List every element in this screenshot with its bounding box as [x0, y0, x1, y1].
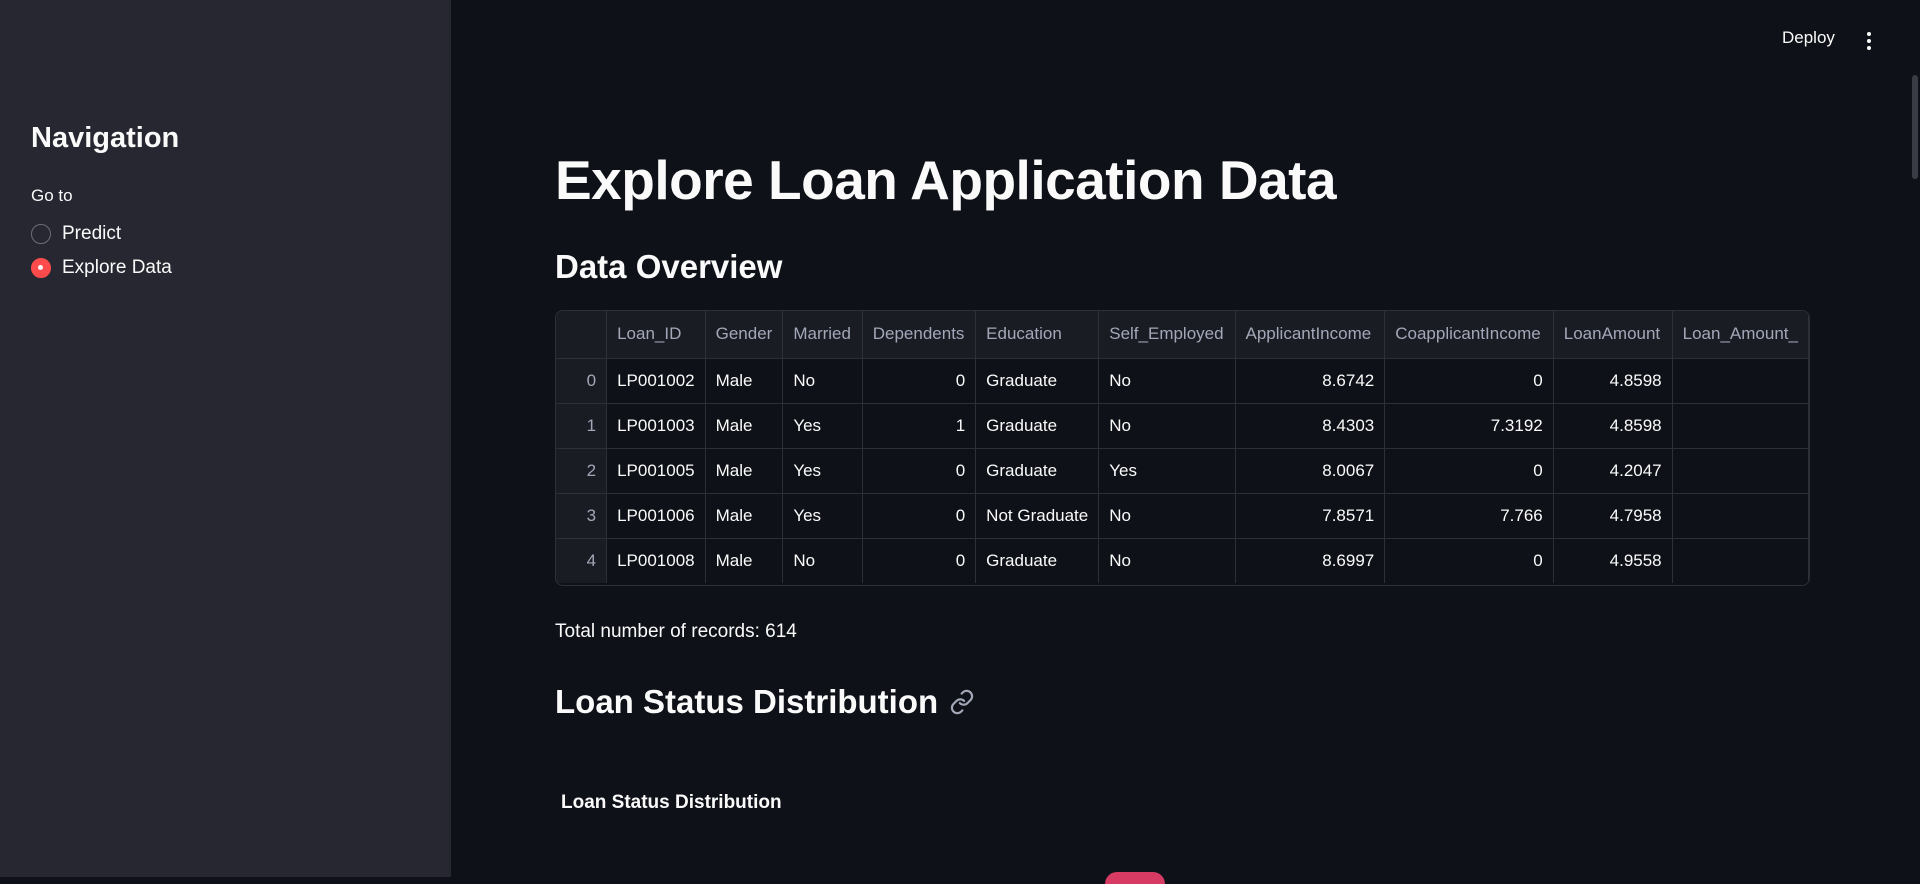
table-cell[interactable]: 7.8571: [1235, 493, 1386, 539]
link-icon[interactable]: [949, 689, 975, 715]
total-records-text: Total number of records: 614: [555, 621, 797, 642]
table-cell[interactable]: 0: [862, 448, 977, 494]
column-header[interactable]: Dependents: [862, 311, 977, 359]
table-cell[interactable]: LP001003: [606, 403, 706, 449]
column-header[interactable]: ApplicantIncome: [1235, 311, 1386, 359]
column-header[interactable]: Loan_Amount_: [1672, 311, 1809, 359]
kebab-menu-icon[interactable]: [1862, 30, 1876, 52]
table-cell[interactable]: 4.7958: [1553, 493, 1673, 539]
deploy-button[interactable]: Deploy: [1782, 28, 1835, 48]
page-title: Explore Loan Application Data: [555, 149, 1337, 211]
sidebar-title: Navigation: [31, 122, 180, 154]
column-header[interactable]: Education: [975, 311, 1100, 359]
table-cell[interactable]: Graduate: [975, 358, 1100, 404]
sidebar: Navigation Go to Predict Explore Data: [0, 0, 451, 877]
table-row[interactable]: 0 LP001002 Male No 0 Graduate No 8.6742 0 4.8598: [556, 358, 1809, 404]
table-cell[interactable]: No: [1098, 538, 1236, 583]
radio-option-predict[interactable]: Predict: [31, 220, 121, 248]
table-cell[interactable]: 0: [862, 538, 977, 583]
column-header[interactable]: LoanAmount: [1553, 311, 1673, 359]
radio-button-checked[interactable]: [31, 258, 51, 278]
table-cell[interactable]: No: [1098, 493, 1236, 539]
column-header[interactable]: [556, 311, 608, 359]
row-index-cell[interactable]: 1: [556, 403, 608, 449]
section-heading-text: Loan Status Distribution: [555, 683, 939, 720]
table-cell[interactable]: [1672, 358, 1809, 404]
table-cell[interactable]: [1672, 493, 1809, 539]
table-cell[interactable]: Yes: [1098, 448, 1236, 494]
table-cell[interactable]: No: [1098, 403, 1236, 449]
row-index-cell[interactable]: 2: [556, 448, 608, 494]
row-index-cell[interactable]: 0: [556, 358, 608, 404]
table-cell[interactable]: No: [782, 538, 863, 583]
table-cell[interactable]: 8.6997: [1235, 538, 1386, 583]
table-cell[interactable]: 4.8598: [1553, 358, 1673, 404]
table-cell[interactable]: LP001002: [606, 358, 706, 404]
row-index-cell[interactable]: 3: [556, 493, 608, 539]
table-cell[interactable]: LP001006: [606, 493, 706, 539]
table-row[interactable]: 1 LP001003 Male Yes 1 Graduate No 8.4303 7.3192 4…: [556, 403, 1809, 449]
table-cell[interactable]: 0: [862, 358, 977, 404]
radio-option-explore-data[interactable]: Explore Data: [31, 254, 172, 282]
table-cell[interactable]: 1: [862, 403, 977, 449]
table-row[interactable]: 2 LP001005 Male Yes 0 Graduate Yes 8.0067 0 4.204…: [556, 448, 1809, 494]
table-cell[interactable]: Yes: [782, 493, 863, 539]
table-cell[interactable]: 7.766: [1384, 493, 1554, 539]
table-cell[interactable]: Male: [705, 448, 784, 494]
data-table[interactable]: Loan_ID Gender Married Dependents Educat…: [555, 310, 1810, 586]
table-cell[interactable]: 0: [1384, 358, 1554, 404]
table-cell[interactable]: [1672, 403, 1809, 449]
table-cell[interactable]: 8.6742: [1235, 358, 1386, 404]
column-header[interactable]: Gender: [705, 311, 784, 359]
table-cell[interactable]: No: [782, 358, 863, 404]
table-cell[interactable]: Male: [705, 538, 784, 583]
column-header[interactable]: Self_Employed: [1098, 311, 1236, 359]
table-cell[interactable]: Not Graduate: [975, 493, 1100, 539]
radio-button-unchecked[interactable]: [31, 224, 51, 244]
table-cell[interactable]: 0: [862, 493, 977, 539]
chart-title: Loan Status Distribution: [561, 792, 782, 813]
table-cell[interactable]: 7.3192: [1384, 403, 1554, 449]
table-header-row: Loan_ID Gender Married Dependents Educat…: [556, 311, 1809, 359]
section-heading-data-overview: Data Overview: [555, 248, 783, 285]
radio-group-label: Go to: [31, 186, 73, 205]
scrollbar-thumb[interactable]: [1912, 75, 1918, 179]
table-cell[interactable]: 4.9558: [1553, 538, 1673, 583]
column-header[interactable]: CoapplicantIncome: [1384, 311, 1554, 359]
table-row[interactable]: 4 LP001008 Male No 0 Graduate No 8.6997 0 4.9558: [556, 538, 1809, 583]
table-cell[interactable]: 0: [1384, 448, 1554, 494]
table-cell[interactable]: Male: [705, 403, 784, 449]
section-heading-loan-status: Loan Status Distribution: [555, 683, 975, 721]
table-cell[interactable]: Graduate: [975, 403, 1100, 449]
table-cell[interactable]: LP001008: [606, 538, 706, 583]
table-cell[interactable]: 8.0067: [1235, 448, 1386, 494]
table-row[interactable]: 3 LP001006 Male Yes 0 Not Graduate No 7.8571 7.7…: [556, 493, 1809, 539]
table-cell[interactable]: Male: [705, 358, 784, 404]
table-cell[interactable]: LP001005: [606, 448, 706, 494]
table-cell[interactable]: 0: [1384, 538, 1554, 583]
table-cell[interactable]: Graduate: [975, 538, 1100, 583]
table-cell[interactable]: 4.2047: [1553, 448, 1673, 494]
table-cell[interactable]: 4.8598: [1553, 403, 1673, 449]
table-cell[interactable]: [1672, 538, 1809, 583]
table-cell[interactable]: Yes: [782, 448, 863, 494]
table-cell[interactable]: Graduate: [975, 448, 1100, 494]
table-cell[interactable]: [1672, 448, 1809, 494]
table-cell[interactable]: Yes: [782, 403, 863, 449]
column-header[interactable]: Married: [782, 311, 863, 359]
table-cell[interactable]: No: [1098, 358, 1236, 404]
row-index-cell[interactable]: 4: [556, 538, 608, 583]
radio-label-predict: Predict: [62, 223, 122, 244]
column-header[interactable]: Loan_ID: [606, 311, 706, 359]
table-cell[interactable]: Male: [705, 493, 784, 539]
radio-label-explore-data: Explore Data: [62, 257, 172, 278]
pie-chart-partial: [1105, 872, 1165, 884]
table-cell[interactable]: 8.4303: [1235, 403, 1386, 449]
